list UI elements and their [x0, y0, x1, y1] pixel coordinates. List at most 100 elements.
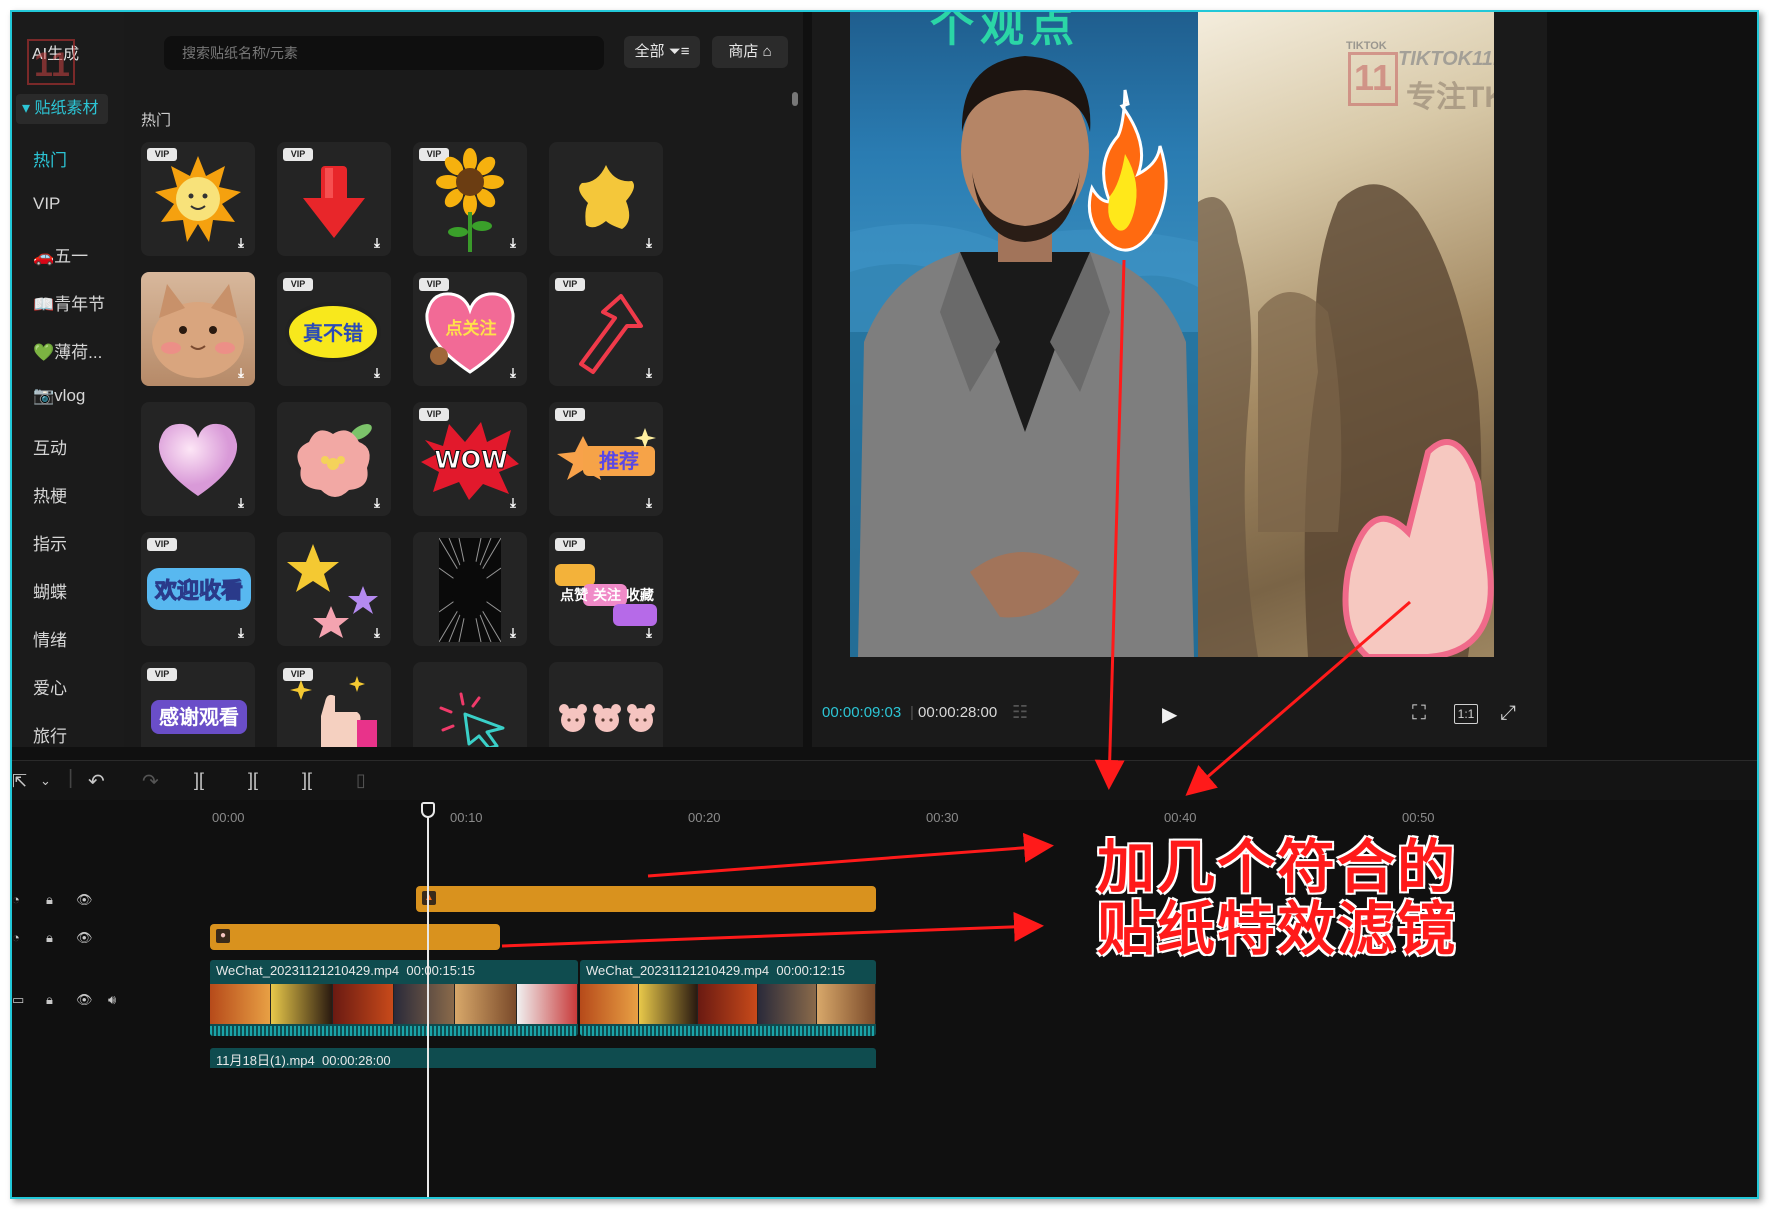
audio-waveform [210, 1026, 578, 1036]
aspect-ratio-button[interactable]: 1:1 [1454, 704, 1478, 724]
video-overlay-text: 个观点 [930, 12, 1080, 52]
download-icon[interactable]: ⤓ [234, 626, 248, 640]
download-icon[interactable]: ⤓ [642, 626, 656, 640]
category-pointer[interactable]: 指示 [33, 530, 67, 555]
lock-icon[interactable]: 🔒︎ [46, 892, 53, 908]
sticker-tile[interactable]: VIP ⤓ [413, 142, 527, 256]
trim-right-icon[interactable]: ][ [302, 770, 312, 791]
download-icon[interactable]: ⤓ [506, 366, 520, 380]
sticker-panel-scrollbar[interactable] [792, 92, 798, 106]
category-travel[interactable]: 旅行 [33, 722, 67, 747]
sticker-tile[interactable] [413, 662, 527, 747]
download-icon[interactable]: ⤓ [370, 366, 384, 380]
video-preview-left: 个观点 [850, 12, 1198, 657]
filter-icon: ⏷≡ [668, 43, 690, 60]
grid-icon[interactable]: ☷ [1012, 702, 1028, 723]
sticker-tile[interactable]: VIP 推荐 ⤓ [549, 402, 663, 516]
download-icon[interactable]: ⤓ [370, 236, 384, 250]
download-icon[interactable]: ⤓ [234, 366, 248, 380]
sticker-tile[interactable]: VIP 真不错 ⤓ [277, 272, 391, 386]
download-icon[interactable]: ⤓ [234, 236, 248, 250]
sticker-tile[interactable]: VIP 感谢观看 [141, 662, 255, 747]
flame-sticker-clip[interactable]: ▲ [416, 886, 876, 912]
category-mint[interactable]: 💚薄荷... [33, 338, 102, 363]
video-clip-label: WeChat_20231121210429.mp4 00:00:15:15 [216, 963, 475, 978]
download-icon[interactable]: ⤓ [506, 626, 520, 640]
track-type-icon: ▭ [12, 992, 25, 1007]
welcome-sticker-icon: 欢迎收看 [147, 568, 251, 610]
select-cursor-icon[interactable]: ⇱ [12, 771, 27, 792]
trim-left-icon[interactable]: ][ [248, 770, 258, 791]
sticker-tile[interactable]: VIP ⤓ [141, 142, 255, 256]
download-icon[interactable]: ⤓ [642, 366, 656, 380]
undo-icon[interactable]: ↶ [88, 769, 105, 794]
zhenbucuo-sticker-icon: 真不错 [285, 302, 381, 362]
clip-filename: WeChat_20231121210429.mp4 [586, 963, 770, 978]
thumb-clip-icon: ● [216, 929, 230, 943]
zhenbucuo-text: 真不错 [303, 321, 363, 345]
volume-icon[interactable]: 🔊︎ [108, 992, 116, 1008]
download-icon[interactable]: ⤓ [370, 626, 384, 640]
category-vlog[interactable]: 📷vlog [33, 386, 85, 406]
clip-duration: 00:00:15:15 [406, 963, 476, 978]
category-emotion[interactable]: 情绪 [33, 626, 67, 651]
eye-icon[interactable]: 👁︎ [76, 992, 93, 1008]
sticker-tile[interactable]: ⤓ [413, 532, 527, 646]
sticker-tile[interactable]: ⤓ [549, 142, 663, 256]
sticker-panel: 搜索贴纸名称/元素 全部 ⏷≡ 商店 ⌂ 热门 VIP ⤓ VIP ⤓ VIP … [124, 12, 803, 747]
category-butterfly[interactable]: 蝴蝶 [33, 578, 67, 603]
sticker-tile[interactable]: VIP 欢迎收看 ⤓ [141, 532, 255, 646]
play-button[interactable]: ▶ [1162, 702, 1177, 727]
download-icon[interactable]: ⤓ [370, 496, 384, 510]
sticker-tile[interactable]: ⤓ [141, 272, 255, 386]
store-button[interactable]: 商店 ⌂ [712, 36, 788, 68]
category-interaction[interactable]: 互动 [33, 434, 67, 459]
thumb-sticker-clip[interactable]: ● [210, 924, 500, 950]
redo-icon[interactable]: ↷ [142, 769, 159, 794]
video-clip[interactable]: WeChat_20231121210429.mp4 00:00:12:15 [580, 960, 876, 1036]
zoom-fit-icon[interactable]: ⛶ [1412, 702, 1426, 725]
fullscreen-icon[interactable]: ⤢ [1500, 702, 1516, 725]
chevron-down-icon[interactable]: ⌄ [40, 773, 51, 789]
lock-icon[interactable]: 🔒︎ [46, 930, 53, 946]
download-icon[interactable]: ⤓ [234, 496, 248, 510]
sticker-tile[interactable]: VIP ⤓ [549, 272, 663, 386]
audio-waveform [580, 1026, 876, 1036]
category-vip[interactable]: VIP [33, 194, 60, 214]
sticker-search-input[interactable]: 搜索贴纸名称/元素 [164, 36, 604, 70]
split-icon[interactable]: ][ [194, 770, 204, 791]
sticker-tile[interactable]: ⤓ [141, 402, 255, 516]
category-hot[interactable]: 热门 [33, 146, 67, 171]
red-arrow-down-sticker-icon [303, 166, 365, 238]
filter-all-button[interactable]: 全部 ⏷≡ [624, 36, 700, 68]
category-wuyi[interactable]: 🚗五一 [33, 242, 88, 267]
sticker-tile[interactable]: VIP ⤓ [277, 142, 391, 256]
category-love[interactable]: 爱心 [33, 674, 67, 699]
sticker-tile[interactable]: VIP WOW ⤓ [413, 402, 527, 516]
sticker-tile[interactable]: ⤓ [277, 402, 391, 516]
sticker-tile[interactable]: VIP 点关注 ⤓ [413, 272, 527, 386]
watermark-top: TIKTOK [1346, 40, 1387, 52]
lock-icon[interactable]: 🔒︎ [46, 992, 53, 1008]
download-icon[interactable]: ⤓ [642, 236, 656, 250]
category-memes[interactable]: 热梗 [33, 482, 67, 507]
download-icon[interactable]: ⤓ [642, 496, 656, 510]
sticker-tile[interactable] [549, 662, 663, 747]
timeline-ruler[interactable]: 00:00 00:10 00:20 00:30 00:40 00:50 [12, 800, 1757, 830]
playhead[interactable] [427, 802, 429, 1197]
download-icon[interactable]: ⤓ [506, 236, 520, 250]
video-clip[interactable]: WeChat_20231121210429.mp4 00:00:15:15 [210, 960, 578, 1036]
category-youth-day[interactable]: 📖青年节 [33, 290, 105, 315]
sticker-tile[interactable]: VIP [277, 662, 391, 747]
eye-icon[interactable]: 👁︎ [76, 930, 93, 946]
sticker-section-tab[interactable]: ▾ 贴纸素材 [16, 94, 108, 124]
like-follow-collect-text: 点赞 关注 收藏 [560, 587, 654, 604]
sticker-tile[interactable]: ⤓ [277, 532, 391, 646]
outline-arrow-sticker-icon [579, 294, 643, 374]
eye-icon[interactable]: 👁︎ [76, 892, 93, 908]
playhead-handle[interactable] [421, 802, 435, 818]
audio-clip[interactable]: 11月18日(1).mp4 00:00:28:00 [210, 1048, 876, 1068]
download-icon[interactable]: ⤓ [506, 496, 520, 510]
sticker-tile[interactable]: VIP 点赞 关注 收藏 ⤓ [549, 532, 663, 646]
delete-icon[interactable]: ▯ [356, 770, 366, 791]
